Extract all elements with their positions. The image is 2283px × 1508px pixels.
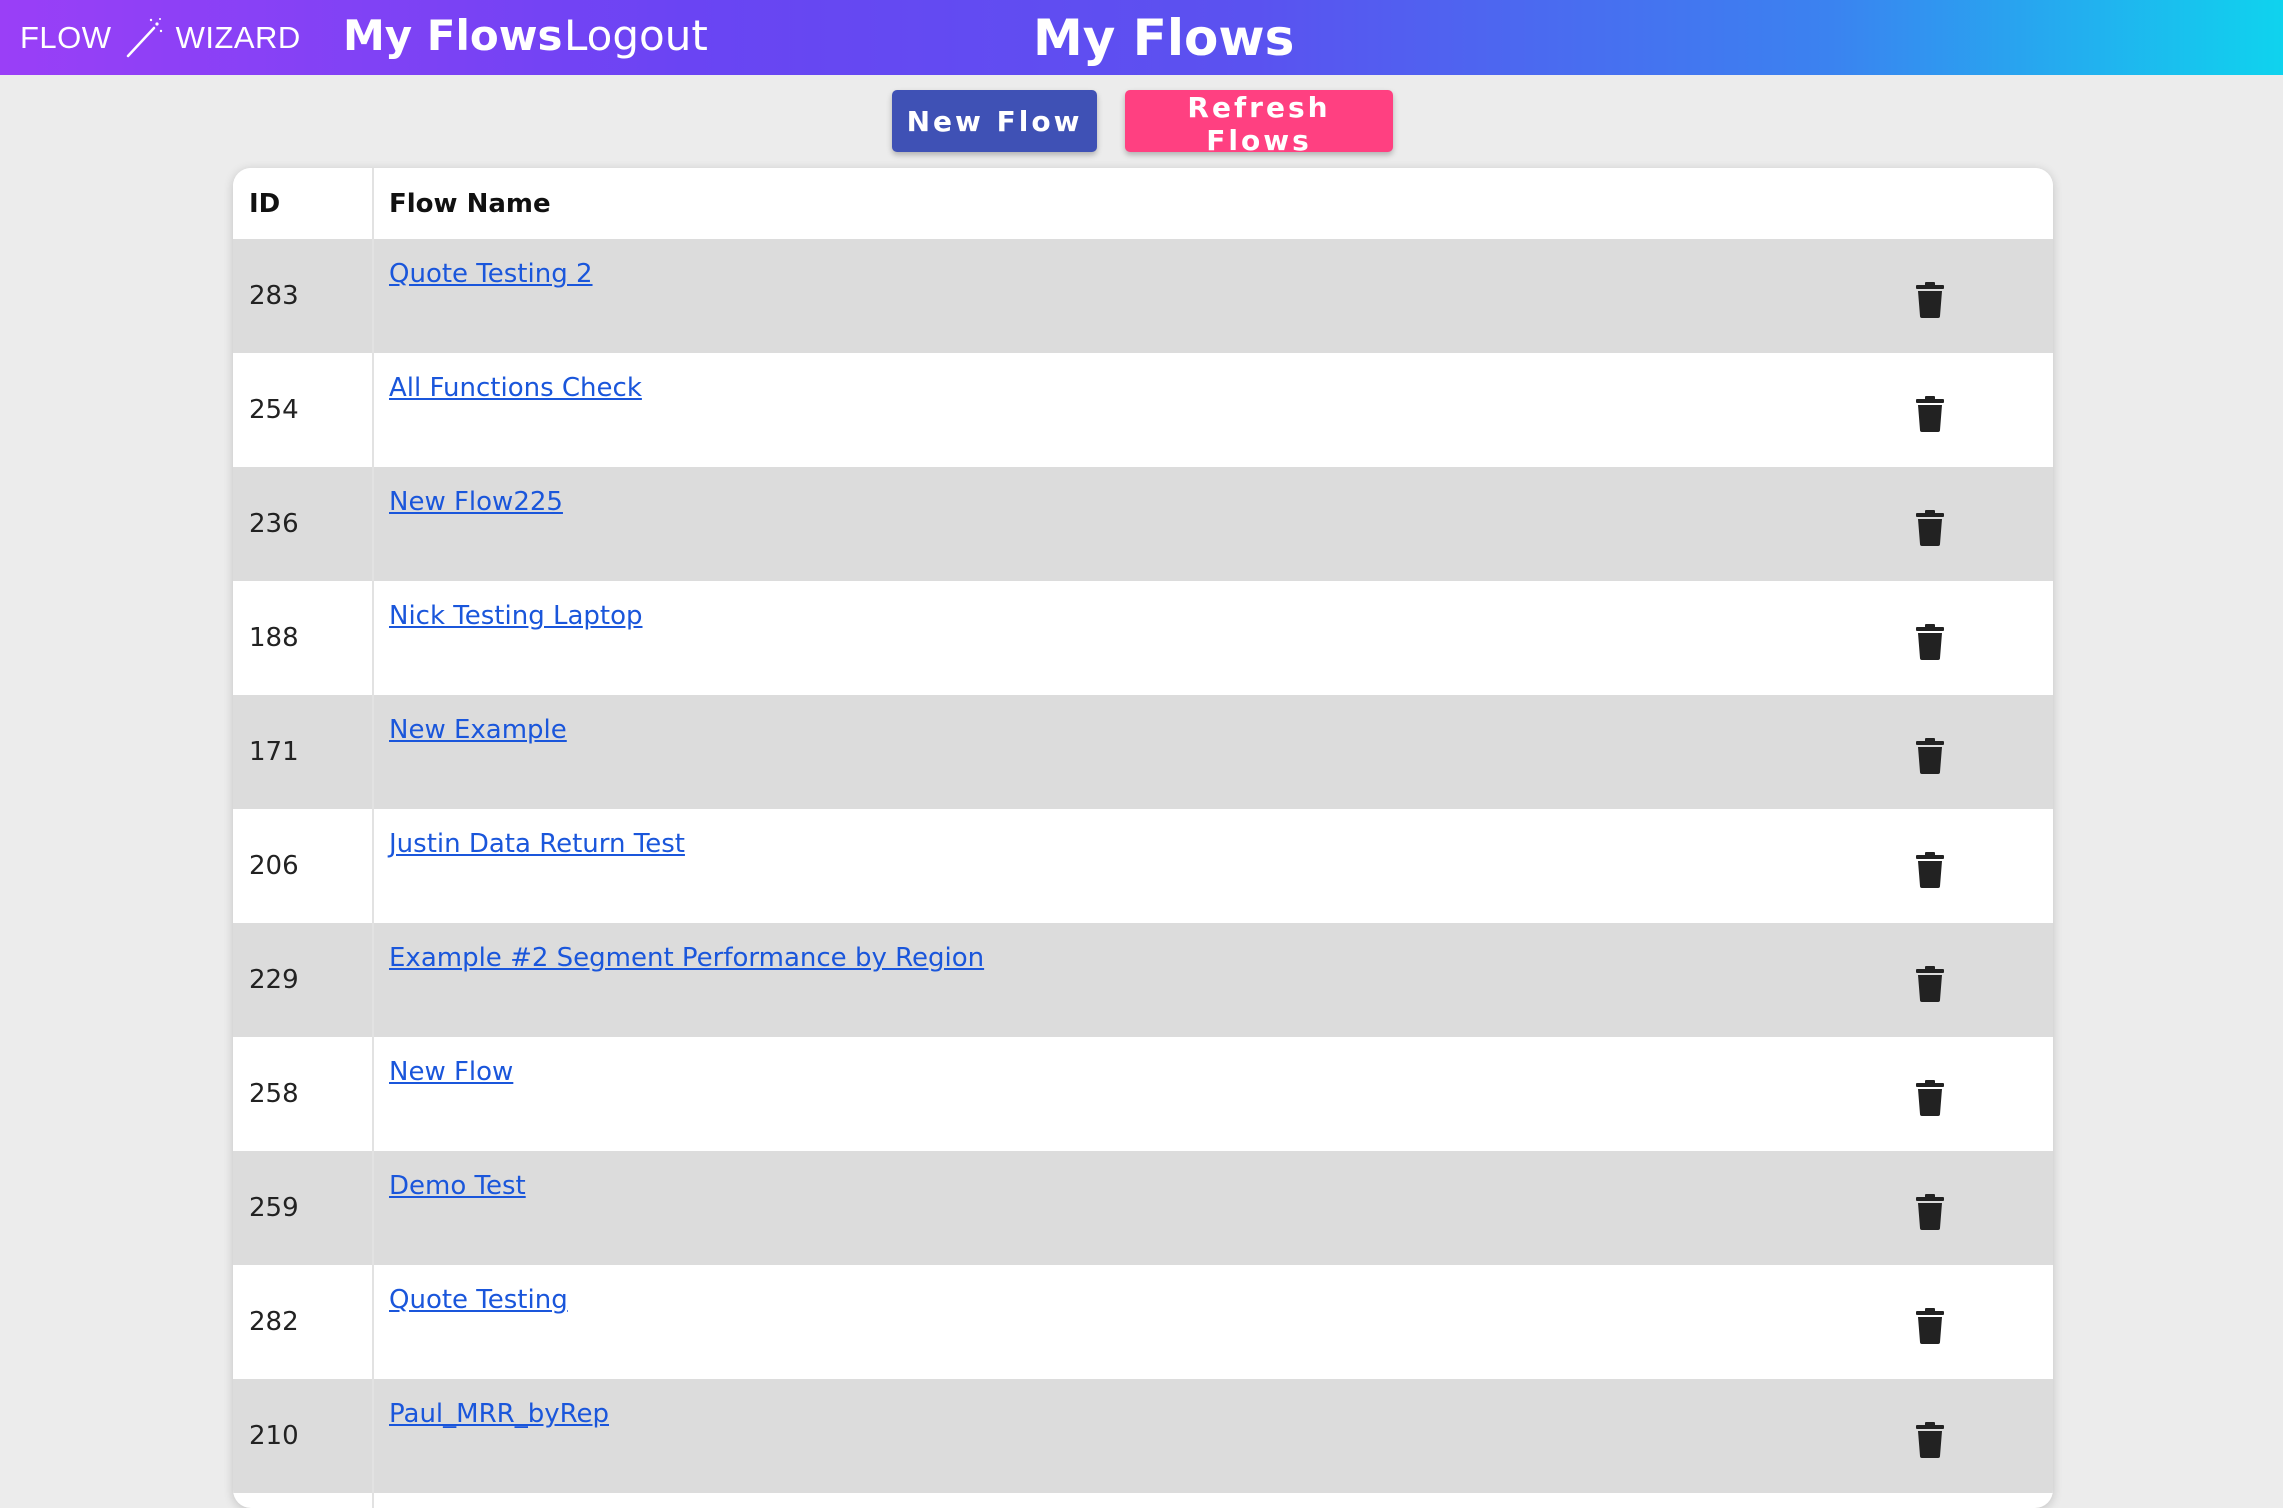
flow-id: 206 xyxy=(249,851,299,881)
flow-name-link[interactable]: New Example xyxy=(389,715,567,745)
column-header-id: ID xyxy=(249,188,281,219)
table-row: 282 Quote Testing xyxy=(233,1265,2053,1379)
flow-id: 236 xyxy=(249,509,299,539)
trash-icon[interactable] xyxy=(1915,852,1945,888)
flows-table: ID Flow Name 283 Quote Testing 2 254 All Fu… xyxy=(233,168,2053,1508)
trash-icon[interactable] xyxy=(1915,282,1945,318)
brand-text-right: WIZARD xyxy=(175,19,301,55)
flow-id: 259 xyxy=(249,1193,299,1223)
flow-name-link[interactable]: New Flow225 xyxy=(389,487,563,517)
table-row: 229 Example #2 Segment Performance by Reg… xyxy=(233,923,2053,1037)
flow-name-link[interactable]: Paul_MRR_byRep xyxy=(389,1399,609,1429)
brand-logo[interactable]: FLOW WIZARD xyxy=(20,0,301,75)
flow-id: 171 xyxy=(249,737,299,767)
nav-logout-link[interactable]: Logout xyxy=(564,0,708,70)
table-row: 188 Nick Testing Laptop xyxy=(233,581,2053,695)
magic-wand-icon xyxy=(126,17,162,57)
new-flow-button[interactable]: New Flow xyxy=(892,90,1097,152)
flow-name-link[interactable]: Example #2 Segment Performance by Region xyxy=(389,943,984,973)
column-header-flow-name: Flow Name xyxy=(389,188,551,219)
flow-id: 283 xyxy=(249,281,299,311)
brand-text-left: FLOW xyxy=(20,19,112,55)
trash-icon[interactable] xyxy=(1915,1308,1945,1344)
table-row: 210 Paul_MRR_byRep xyxy=(233,1379,2053,1493)
trash-icon[interactable] xyxy=(1915,738,1945,774)
trash-icon[interactable] xyxy=(1915,510,1945,546)
refresh-flows-button[interactable]: Refresh Flows xyxy=(1125,90,1393,157)
flow-name-link[interactable]: All Functions Check xyxy=(389,373,642,403)
page-title: My Flows xyxy=(1033,8,1295,67)
top-navbar: FLOW WIZARD My Flows Logout My Flows xyxy=(0,0,2283,75)
trash-icon[interactable] xyxy=(1915,1194,1945,1230)
column-divider xyxy=(372,168,374,1508)
flow-name-link[interactable]: Quote Testing 2 xyxy=(389,259,593,289)
flow-name-link[interactable]: Quote Testing xyxy=(389,1285,568,1315)
table-row: 254 All Functions Check xyxy=(233,353,2053,467)
table-row: 236 New Flow225 xyxy=(233,467,2053,581)
table-row: 259 Demo Test xyxy=(233,1151,2053,1265)
table-header: ID Flow Name xyxy=(233,168,2053,239)
flow-name-link[interactable]: New Flow xyxy=(389,1057,513,1087)
flow-name-link[interactable]: Nick Testing Laptop xyxy=(389,601,643,631)
trash-icon[interactable] xyxy=(1915,396,1945,432)
trash-icon[interactable] xyxy=(1915,1422,1945,1458)
flow-id: 188 xyxy=(249,623,299,653)
flow-id: 258 xyxy=(249,1079,299,1109)
table-row: 171 New Example xyxy=(233,695,2053,809)
flow-id: 229 xyxy=(249,965,299,995)
trash-icon[interactable] xyxy=(1915,966,1945,1002)
trash-icon[interactable] xyxy=(1915,1080,1945,1116)
flow-name-link[interactable]: Demo Test xyxy=(389,1171,526,1201)
flow-id: 210 xyxy=(249,1421,299,1451)
nav-my-flows-link[interactable]: My Flows xyxy=(343,0,563,70)
table-row: 206 Justin Data Return Test xyxy=(233,809,2053,923)
table-row: 258 New Flow xyxy=(233,1037,2053,1151)
table-row: 283 Quote Testing 2 xyxy=(233,239,2053,353)
trash-icon[interactable] xyxy=(1915,624,1945,660)
flow-name-link[interactable]: Justin Data Return Test xyxy=(389,829,685,859)
flow-id: 254 xyxy=(249,395,299,425)
flow-id: 282 xyxy=(249,1307,299,1337)
